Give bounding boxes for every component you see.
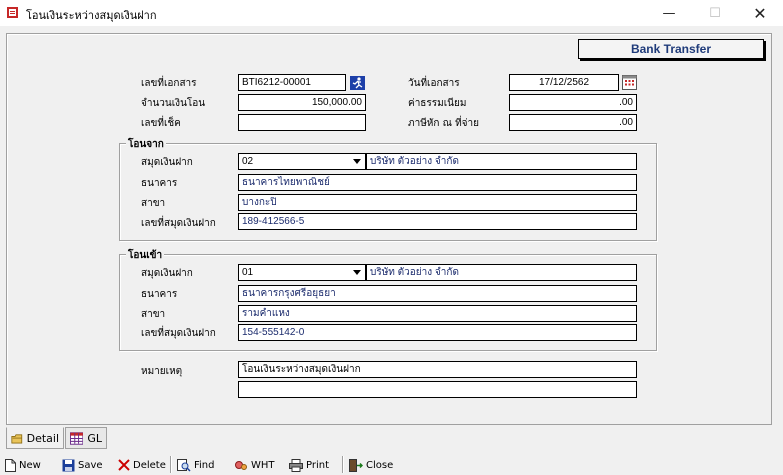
exit-door-icon [349,458,363,472]
calendar-button[interactable] [620,74,639,91]
window-title: โอนเงินระหว่างสมุดเงินฝาก [26,9,157,22]
remark-line-1[interactable]: โอนเงินระหว่างสมุดเงินฝาก [238,361,637,378]
from-book-select[interactable]: 02 [238,153,366,170]
new-button[interactable]: New [5,457,41,473]
from-book-label: สมุดเงินฝาก [141,157,193,168]
minimize-button[interactable]: — [646,0,692,26]
find-icon [177,458,191,472]
print-button-label: Print [306,459,330,471]
title-bar: โอนเงินระหว่างสมุดเงินฝาก — ☐ ✕ [0,0,783,26]
find-button-label: Find [194,459,215,471]
amount-label: จำนวนเงินโอน [141,98,206,109]
grid-icon [70,431,84,445]
toolbar-separator [342,456,343,473]
detail-icon [11,433,23,443]
maximize-button[interactable]: ☐ [692,0,738,26]
tab-gl[interactable]: GL [65,427,107,449]
tab-gl-label: GL [87,431,102,445]
wht-button-label: WHT [251,459,275,471]
remark-line-2[interactable] [238,381,637,398]
new-document-icon [5,458,16,472]
doc-date-label: วันที่เอกสาร [408,78,460,89]
tab-detail-label: Detail [26,431,59,445]
save-icon [62,459,75,471]
print-button[interactable]: Print [289,457,329,473]
tab-detail[interactable]: Detail [6,427,64,449]
to-branch-field: รามคำแหง [238,305,637,322]
from-bank-field: ธนาคารไทยพาณิชย์ [238,174,637,191]
save-button[interactable]: Save [62,457,103,473]
calendar-icon [622,75,637,90]
fee-label: ค่าธรรมเนียม [408,98,467,109]
transfer-to-title: โอนเข้า [126,248,165,263]
from-book-code: 02 [242,156,254,167]
to-branch-label: สาขา [141,309,166,320]
delete-x-icon [118,459,130,471]
printer-icon [289,458,303,472]
cheque-no-label: เลขที่เช็ค [141,118,181,129]
bank-transfer-window: โอนเงินระหว่างสมุดเงินฝาก — ☐ ✕ Bank Tra… [0,0,783,475]
cheque-no-field[interactable] [238,114,366,131]
transfer-from-title: โอนจาก [126,137,166,152]
new-button-label: New [19,459,41,471]
bottom-toolbar: New Save Delete Find WHT Print Close [0,454,783,475]
runner-icon [350,75,365,90]
to-bank-field: ธนาคารกรุงศรีอยุธยา [238,285,637,302]
wht-gears-icon [235,460,247,470]
app-book-icon [7,7,18,18]
chevron-down-icon[interactable] [349,154,365,169]
to-book-label: สมุดเงินฝาก [141,268,193,279]
toolbar-separator [170,456,171,473]
wht-label: ภาษีหัก ณ ที่จ่าย [408,118,480,129]
remark-label: หมายเหตุ [141,366,183,377]
close-button-label: Close [366,459,394,471]
from-branch-label: สาขา [141,198,166,209]
amount-field[interactable]: 150,000.00 [238,94,366,111]
from-bank-label: ธนาคาร [141,178,178,189]
chevron-down-icon[interactable] [349,265,365,280]
delete-button[interactable]: Delete [118,457,166,473]
from-account-label: เลขที่สมุดเงินฝาก [141,218,216,229]
close-button[interactable]: Close [349,457,393,473]
wht-field[interactable]: .00 [509,114,637,131]
doc-no-label: เลขที่เอกสาร [141,78,197,89]
from-book-name: บริษัท ตัวอย่าง จำกัด [366,153,637,170]
close-window-button[interactable]: ✕ [737,0,783,26]
to-book-name: บริษัท ตัวอย่าง จำกัด [366,264,637,281]
running-number-button[interactable] [348,74,367,91]
doc-no-field[interactable]: BTI6212-00001 [238,74,346,91]
to-book-select[interactable]: 01 [238,264,366,281]
bank-transfer-badge: Bank Transfer [578,39,764,59]
from-account-field: 189-412566-5 [238,213,637,230]
from-branch-field: บางกะปิ [238,194,637,211]
to-account-field: 154-555142-0 [238,324,637,341]
doc-date-field[interactable]: 17/12/2562 [509,74,619,91]
to-bank-label: ธนาคาร [141,289,178,300]
to-account-label: เลขที่สมุดเงินฝาก [141,328,216,339]
fee-field[interactable]: .00 [509,94,637,111]
save-button-label: Save [78,459,103,471]
find-button[interactable]: Find [177,457,215,473]
delete-button-label: Delete [133,459,166,471]
wht-button[interactable]: WHT [234,457,275,473]
to-book-code: 01 [242,267,254,278]
